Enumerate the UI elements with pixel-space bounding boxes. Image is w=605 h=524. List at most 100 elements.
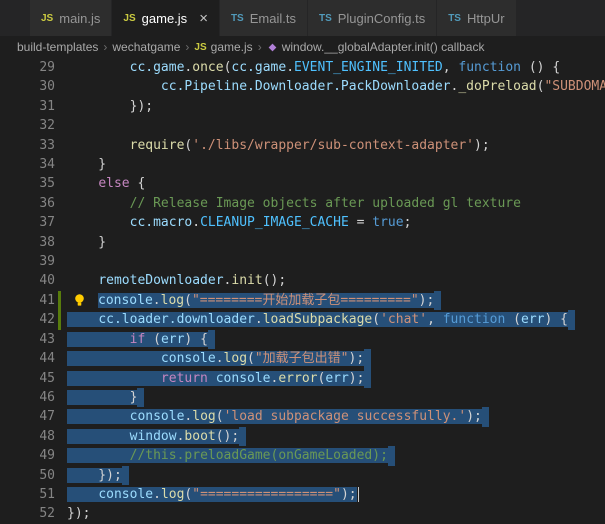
quickfix-lightbulb-icon[interactable] (67, 291, 98, 310)
code-line[interactable]: 52}); (0, 504, 605, 523)
breadcrumb-item[interactable]: wechatgame (112, 40, 180, 54)
code-token: . (215, 351, 224, 367)
code-line[interactable]: 35 else { (0, 174, 605, 193)
selection-newline-pad (364, 349, 372, 369)
code-line[interactable]: 43 if (err) { (0, 329, 605, 350)
code-token: true (372, 215, 404, 231)
code-line[interactable]: 50 }); (0, 465, 605, 485)
selection-highlight: } (67, 389, 138, 405)
gutter-decoration-zone (55, 213, 67, 232)
code-line-content: if (err) { (67, 329, 215, 350)
code-token: _doPreload (458, 79, 537, 95)
code-line[interactable]: 34 } (0, 155, 605, 174)
code-token: , (427, 312, 443, 328)
code-line[interactable]: 45 return console.error(err); (0, 368, 605, 388)
line-number: 37 (39, 215, 55, 231)
code-token: cc.game (231, 60, 287, 75)
tab-email-ts[interactable]: TS Email.ts (219, 0, 308, 36)
code-line[interactable]: 39 (0, 252, 605, 271)
code-token: 'load subpackage successfully.' (223, 409, 467, 425)
code-token: = (348, 215, 373, 231)
close-tab-icon[interactable]: × (199, 11, 208, 26)
code-token: once (192, 60, 224, 75)
code-line[interactable]: 42 cc.loader.downloader.loadSubpackage('… (0, 310, 605, 330)
code-line[interactable]: 41 console.log("========开始加载子包=========")… (0, 290, 605, 311)
code-line[interactable]: 38 } (0, 233, 605, 252)
code-line[interactable]: 51 console.log("================="); (0, 485, 605, 504)
gutter-decoration-zone (55, 174, 67, 193)
code-token: boot (184, 428, 216, 444)
code-line-content: return console.error(err); (67, 368, 372, 388)
code-token: //this.preloadGame(onGameLoaded); (129, 448, 388, 464)
git-added-indicator (58, 290, 61, 311)
code-token: cc.game (129, 60, 185, 75)
selection-newline-pad (137, 387, 145, 408)
line-number: 39 (39, 254, 55, 270)
code-line[interactable]: 49 //this.preloadGame(onGameLoaded); (0, 446, 605, 466)
code-token: . (153, 486, 161, 502)
line-number: 29 (39, 60, 55, 75)
gutter-decoration-zone (55, 349, 67, 368)
code-token: remoteDownloader (98, 273, 224, 289)
code-line-content: else { (67, 174, 145, 193)
code-line[interactable]: 37 cc.macro.CLEANUP_IMAGE_CACHE = true; (0, 213, 605, 232)
code-line[interactable]: 31 }); (0, 97, 605, 116)
code-line[interactable]: 40 remoteDownloader.init(); (0, 271, 605, 290)
code-line-content: //this.preloadGame(onGameLoaded); (67, 446, 395, 466)
code-line[interactable]: 47 console.log('load subpackage successf… (0, 407, 605, 427)
code-token: err (160, 331, 185, 347)
code-token: ); (348, 370, 365, 386)
breadcrumb-label: window.__globalAdapter.init() callback (281, 40, 485, 54)
breadcrumb-label: build-templates (17, 40, 99, 54)
selection-highlight: }); (67, 467, 122, 483)
code-editor[interactable]: 29 cc.game.once(cc.game.EVENT_ENGINE_INI… (0, 58, 605, 524)
code-line-content: } (67, 387, 145, 408)
tab-main-js[interactable]: JS main.js (30, 0, 113, 36)
breadcrumb-item[interactable]: JS game.js (194, 40, 252, 54)
code-line[interactable]: 48 window.boot(); (0, 426, 605, 447)
code-line[interactable]: 44 console.log("加载子包出错"); (0, 349, 605, 369)
code-token: }); (67, 98, 154, 114)
line-number: 31 (39, 98, 55, 114)
editor-tabs: JS main.js JS game.js × TS Email.ts TS PluginCon… (30, 0, 605, 36)
line-number: 38 (39, 234, 55, 250)
js-file-icon: JS (123, 12, 136, 24)
tab-label: HttpUr (466, 10, 505, 26)
code-line[interactable]: 32 (0, 116, 605, 135)
line-number: 33 (39, 137, 55, 153)
breadcrumb-item[interactable]: window.__globalAdapter.init() callback (267, 40, 485, 54)
breadcrumb-item[interactable]: build-templates (17, 40, 98, 54)
selection-highlight: cc.loader.downloader.loadSubpackage('cha… (67, 312, 568, 328)
code-token: log (223, 351, 248, 367)
code-line-content: }); (67, 504, 90, 523)
line-number: 47 (39, 409, 55, 425)
code-line[interactable]: 29 cc.game.once(cc.game.EVENT_ENGINE_INI… (0, 58, 605, 77)
selection-newline-pad (207, 329, 215, 350)
code-line-content: remoteDownloader.init(); (67, 271, 286, 290)
tab-game-js[interactable]: JS game.js × (112, 0, 220, 36)
line-number: 36 (39, 195, 55, 211)
line-number: 40 (39, 273, 55, 289)
code-token: console (98, 292, 153, 308)
line-number: 34 (39, 157, 55, 173)
tab-pluginconfig-ts[interactable]: TS PluginConfig.ts (307, 0, 438, 36)
code-line[interactable]: 30 cc.Pipeline.Downloader.PackDownloader… (0, 77, 605, 96)
tab-httpur[interactable]: TS HttpUr (437, 0, 517, 36)
code-line[interactable]: 46 } (0, 387, 605, 408)
code-token: ( (372, 312, 381, 328)
code-line-content: cc.Pipeline.Downloader.PackDownloader._d… (67, 77, 605, 96)
code-line[interactable]: 36 // Release Image objects after upload… (0, 194, 605, 213)
symbol-method-icon (268, 43, 277, 51)
code-token: console (98, 486, 154, 502)
code-line[interactable]: 33 require('./libs/wrapper/sub-context-a… (0, 136, 605, 155)
tab-label: Email.ts (249, 10, 296, 26)
code-token: } (67, 157, 107, 173)
code-token: . (152, 292, 161, 308)
code-line-content: cc.loader.downloader.loadSubpackage('cha… (67, 310, 575, 330)
gutter-decoration-zone (55, 485, 67, 504)
code-token: init (231, 273, 263, 289)
